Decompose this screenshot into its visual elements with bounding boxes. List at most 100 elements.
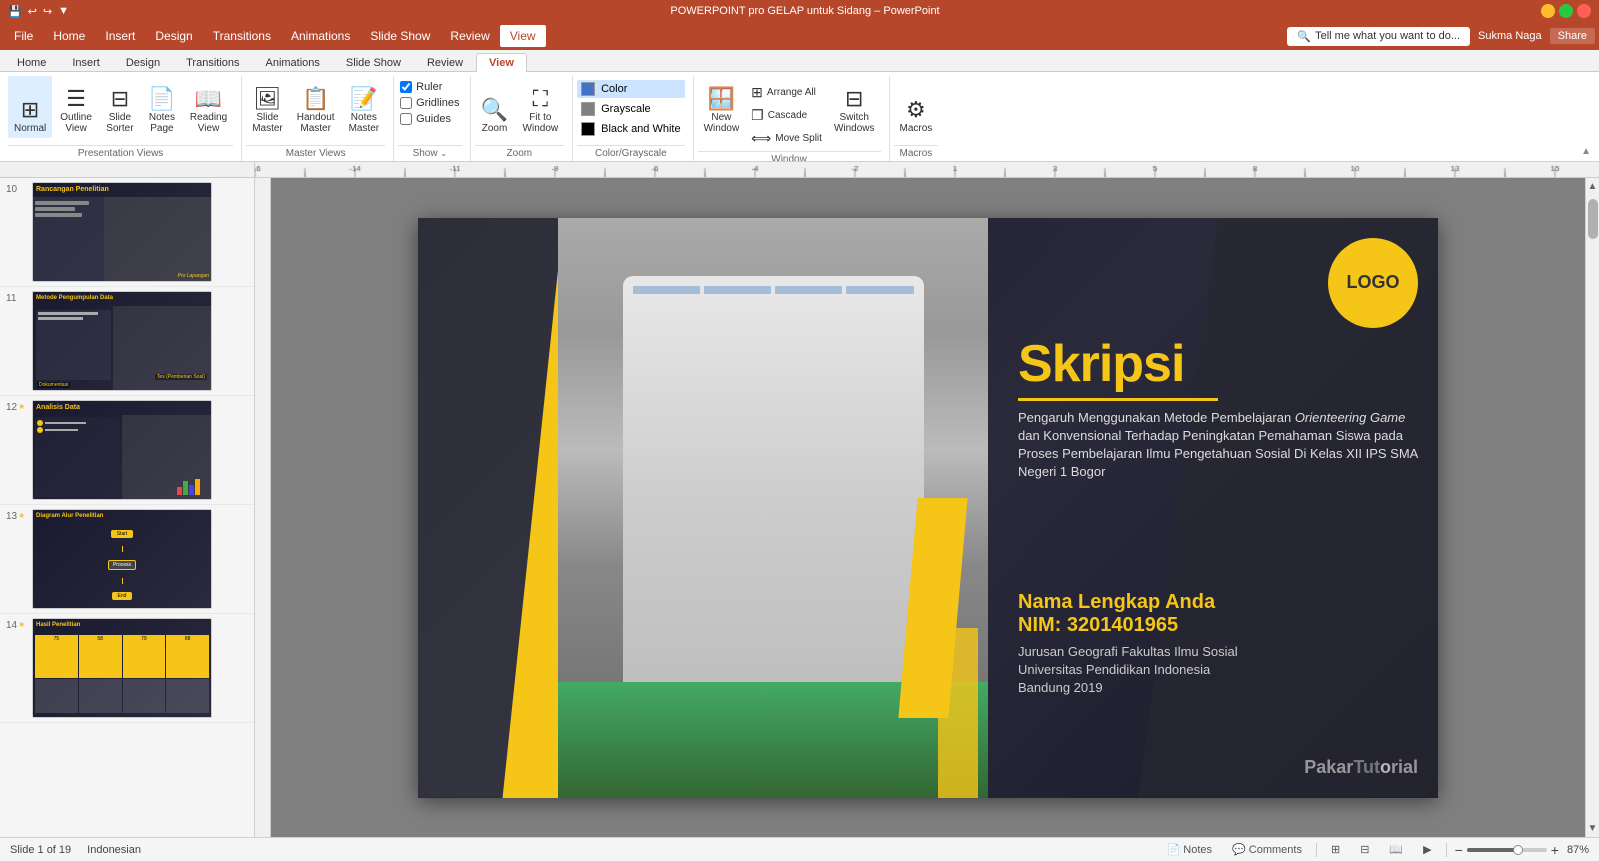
move-split-button[interactable]: ⟺ Move Split [747, 128, 826, 149]
minimize-button[interactable] [1541, 4, 1555, 18]
window-controls [1541, 4, 1591, 18]
menu-slideshow[interactable]: Slide Show [360, 25, 440, 47]
outline-view-button[interactable]: ☰ OutlineView [54, 76, 98, 138]
tab-slideshow[interactable]: Slide Show [333, 53, 414, 72]
slide-master-button[interactable]: 🖼 SlideMaster [246, 76, 289, 138]
normal-view-icon: ⊞ [21, 99, 39, 121]
tab-view[interactable]: View [476, 53, 527, 72]
slide-item-11[interactable]: 11 Metode Pengumpulan Data Dokumentasi T… [0, 287, 254, 396]
user-name: Sukma Naga [1478, 30, 1542, 42]
tab-design[interactable]: Design [113, 53, 173, 72]
normal-mode-button[interactable]: ⊞ [1325, 841, 1346, 858]
zoom-fill [1467, 848, 1515, 852]
slide-subtitle: Pengaruh Menggunakan Metode Pembelajaran… [1018, 409, 1418, 482]
quick-access-toolbar: 💾 ↩ ↪ ▼ [8, 5, 69, 18]
zoom-button[interactable]: 🔍 Zoom [475, 76, 515, 138]
grayscale-dot [581, 102, 595, 116]
scroll-thumb-v[interactable] [1588, 199, 1598, 239]
slide-thumb-11: Metode Pengumpulan Data Dokumentasi Tes … [32, 291, 212, 391]
slide-sorter-button[interactable]: ⊟ SlideSorter [100, 76, 140, 138]
slide-name: Nama Lengkap Anda [1018, 591, 1418, 614]
zoom-thumb[interactable] [1513, 845, 1523, 855]
cascade-button[interactable]: ❐ Cascade [747, 105, 826, 126]
slide-name-area: Nama Lengkap Anda NIM: 3201401965 Jurusa… [1018, 591, 1418, 698]
slide-14-title: Hasil Penelitian [36, 622, 208, 628]
slide-main: LOGO Skripsi Pengaruh Menggunakan Metode… [418, 218, 1438, 798]
grayscale-option[interactable]: Grayscale [577, 100, 684, 118]
slide-12-title: Analisis Data [36, 404, 208, 411]
ruler-h-canvas [255, 162, 1599, 177]
arrange-all-button[interactable]: ⊞ Arrange All [747, 82, 826, 103]
menu-review[interactable]: Review [440, 25, 499, 47]
menu-view[interactable]: View [500, 25, 546, 47]
share-button[interactable]: Share [1550, 28, 1595, 44]
window-label: Window [698, 151, 881, 162]
menu-home[interactable]: Home [43, 25, 95, 47]
zoom-in-button[interactable]: + [1551, 842, 1559, 858]
redo-icon[interactable]: ↪ [43, 5, 52, 18]
status-separator [1316, 843, 1317, 857]
scroll-up-arrow[interactable]: ▲ [1585, 178, 1599, 195]
star-icon-12: ★ [18, 402, 25, 411]
tab-home[interactable]: Home [4, 53, 59, 72]
slide-nim: NIM: 3201401965 [1018, 614, 1418, 637]
tab-animations[interactable]: Animations [253, 53, 333, 72]
macros-button[interactable]: ⚙ Macros [894, 76, 939, 138]
switch-windows-button[interactable]: ⊟ SwitchWindows [828, 76, 881, 138]
normal-view-button[interactable]: ⊞ Normal [8, 76, 52, 138]
slide-item-14[interactable]: 14 ★ Hasil Penelitian 75 58 79 88 [0, 614, 254, 723]
language-info: Indonesian [87, 844, 141, 856]
gridlines-checkbox[interactable]: Gridlines [398, 96, 461, 110]
slide-item-12[interactable]: 12 ★ Analisis Data [0, 396, 254, 505]
comments-status-button[interactable]: 💬 Comments [1226, 841, 1308, 858]
slide-item-10[interactable]: 10 Rancangan Penelitian Pro Lapangan [0, 178, 254, 287]
zoom-out-button[interactable]: − [1455, 842, 1463, 858]
slide-number-11: 11 [6, 291, 26, 304]
notes-page-button[interactable]: 📄 NotesPage [142, 76, 182, 138]
slideshow-mode-button[interactable]: ▶ [1417, 841, 1437, 858]
customize-qat-icon[interactable]: ▼ [58, 5, 69, 17]
switch-windows-icon: ⊟ [845, 88, 863, 110]
slide-master-icon: 🖼 [254, 88, 282, 110]
close-button[interactable] [1577, 4, 1591, 18]
slide-item-13[interactable]: 13 ★ Diagram Alur Penelitian Start Proce… [0, 505, 254, 614]
notes-status-button[interactable]: 📄 Notes [1161, 841, 1219, 858]
ruler-checkbox[interactable]: Ruler [398, 80, 461, 94]
reading-mode-button[interactable]: 📖 [1383, 841, 1409, 858]
menu-file[interactable]: File [4, 25, 43, 47]
tab-transitions[interactable]: Transitions [173, 53, 252, 72]
notes-icon: 📄 [1167, 844, 1181, 856]
vertical-scrollbar[interactable]: ▲ ▼ [1585, 178, 1599, 837]
handout-master-button[interactable]: 📋 HandoutMaster [291, 76, 341, 138]
tab-insert[interactable]: Insert [59, 53, 113, 72]
fit-to-window-button[interactable]: ⛶ Fit toWindow [517, 76, 565, 138]
ribbon-group-show: Ruler Gridlines Guides Show ⌄ [394, 76, 470, 161]
menu-transitions[interactable]: Transitions [203, 25, 281, 47]
watermark: PakarTutorial [1304, 757, 1418, 778]
notes-master-button[interactable]: 📝 NotesMaster [343, 76, 386, 138]
notes-master-icon: 📝 [350, 88, 377, 110]
slide-main-title: Skripsi [1018, 338, 1418, 390]
menu-insert[interactable]: Insert [95, 25, 145, 47]
guides-checkbox[interactable]: Guides [398, 112, 461, 126]
save-icon[interactable]: 💾 [8, 5, 22, 18]
maximize-button[interactable] [1559, 4, 1573, 18]
tell-me-input[interactable]: 🔍 Tell me what you want to do... [1287, 27, 1470, 46]
black-white-option[interactable]: Black and White [577, 120, 684, 138]
ribbon-content: ⊞ Normal ☰ OutlineView ⊟ SlideSorter 📄 N… [0, 72, 1599, 162]
menu-design[interactable]: Design [145, 25, 202, 47]
zoom-bar[interactable] [1467, 848, 1547, 852]
macros-label: Macros [894, 145, 939, 161]
tab-review[interactable]: Review [414, 53, 476, 72]
new-window-button[interactable]: 🪟 NewWindow [698, 76, 746, 138]
reading-view-button[interactable]: 📖 ReadingView [184, 76, 233, 138]
reading-view-icon: 📖 [195, 88, 222, 110]
color-option[interactable]: Color [577, 80, 684, 98]
slide-sorter-mode-button[interactable]: ⊟ [1354, 841, 1375, 858]
scroll-down-arrow[interactable]: ▼ [1585, 820, 1599, 837]
ribbon-group-macros: ⚙ Macros Macros [890, 76, 947, 161]
undo-icon[interactable]: ↩ [28, 5, 37, 18]
zoom-percent[interactable]: 87% [1567, 844, 1589, 856]
menu-animations[interactable]: Animations [281, 25, 360, 47]
ribbon-collapse-button[interactable]: ▲ [1577, 142, 1595, 161]
